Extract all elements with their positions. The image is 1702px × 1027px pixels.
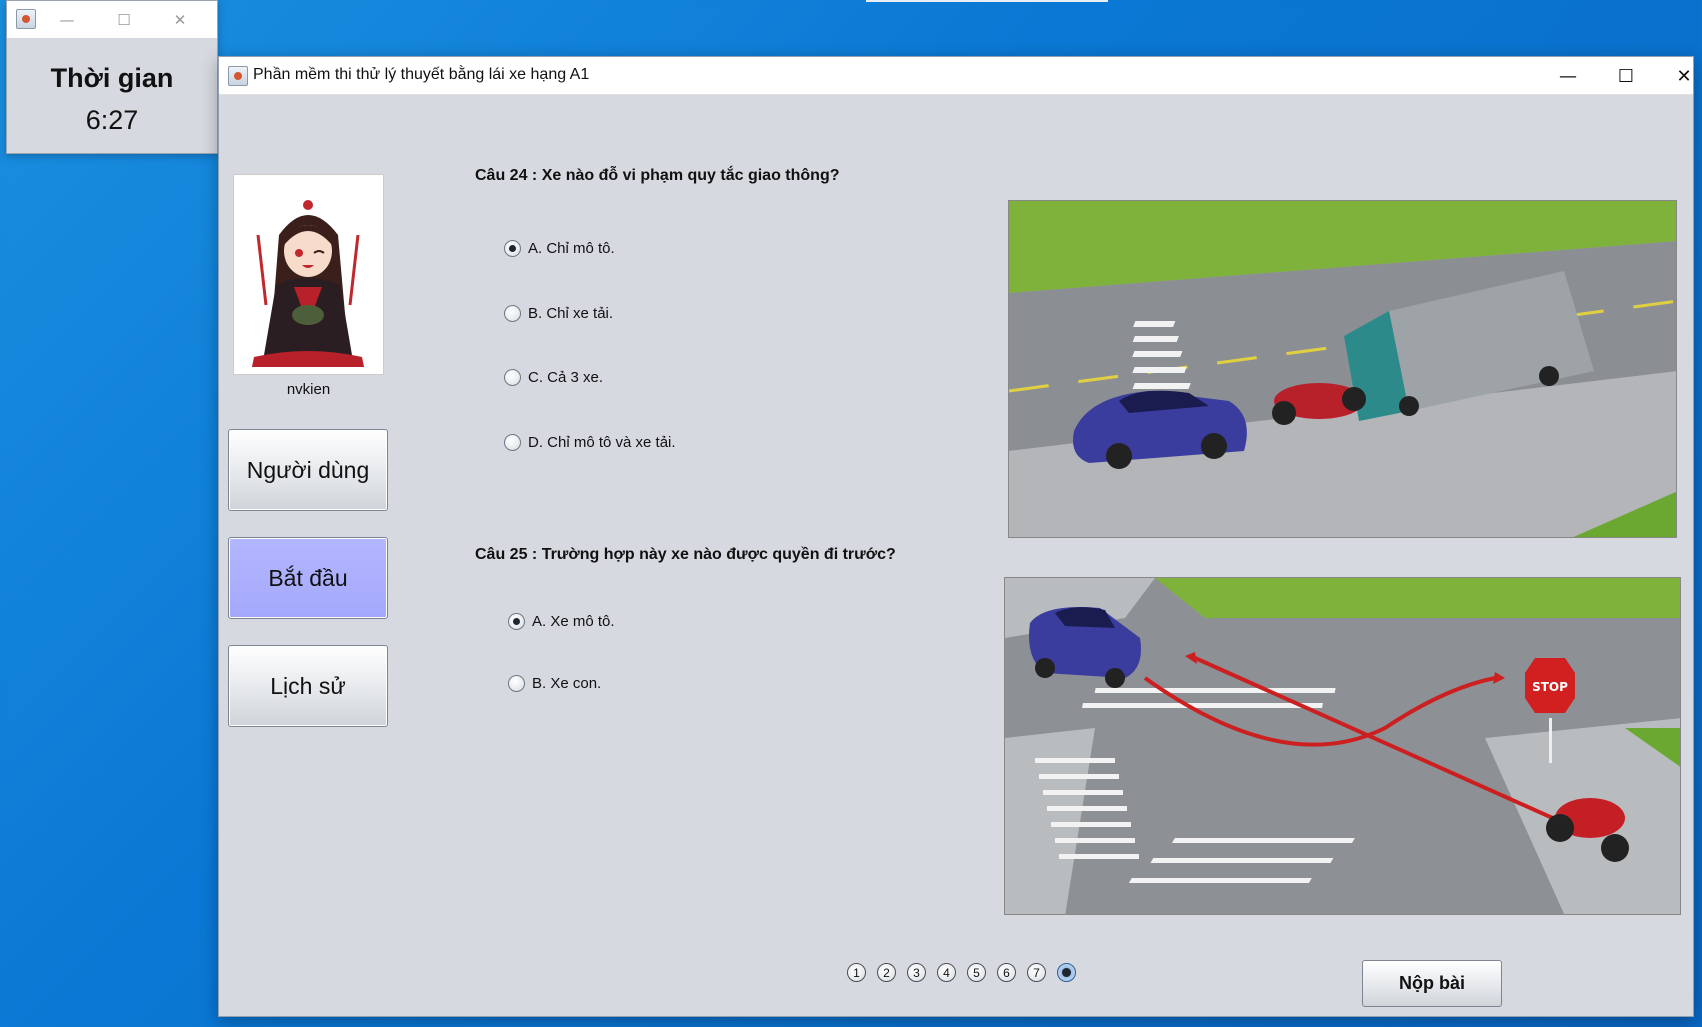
question-25-image: STOP [1004, 577, 1681, 915]
q24-option-b[interactable]: B. Chỉ xe tải. [504, 305, 613, 322]
radio-icon[interactable] [504, 434, 521, 451]
question-pager: 1 2 3 4 5 6 7 8 [847, 963, 1087, 982]
close-icon[interactable]: ✕ [157, 1, 203, 38]
minimize-icon[interactable]: — [44, 1, 90, 38]
q24-option-a[interactable]: A. Chỉ mô tô. [504, 240, 615, 257]
page-button-3[interactable]: 3 [907, 963, 926, 982]
window-title: Phần mềm thi thử lý thuyết bằng lái xe h… [253, 66, 590, 83]
close-icon[interactable]: ✕ [1655, 57, 1702, 95]
q25-option-a[interactable]: A. Xe mô tô. [508, 613, 615, 630]
q24-option-d[interactable]: D. Chỉ mô tô và xe tải. [504, 434, 676, 451]
main-window: Phần mềm thi thử lý thuyết bằng lái xe h… [218, 56, 1694, 1017]
svg-text:STOP: STOP [1532, 680, 1568, 694]
radio-icon[interactable] [504, 240, 521, 257]
q24-option-c[interactable]: C. Cả 3 xe. [504, 369, 603, 386]
q25-option-b[interactable]: B. Xe con. [508, 675, 601, 692]
java-app-icon [16, 9, 36, 29]
option-label: B. Xe con. [532, 675, 602, 692]
avatar [233, 174, 384, 375]
submit-button[interactable]: Nộp bài [1362, 960, 1502, 1007]
main-titlebar: Phần mềm thi thử lý thuyết bằng lái xe h… [219, 57, 1693, 95]
page-button-1[interactable]: 1 [847, 963, 866, 982]
radio-icon[interactable] [508, 613, 525, 630]
option-label: A. Xe mô tô. [532, 613, 615, 630]
java-app-icon [228, 66, 248, 86]
radio-icon[interactable] [504, 305, 521, 322]
page-button-7[interactable]: 7 [1027, 963, 1046, 982]
page-button-4[interactable]: 4 [937, 963, 956, 982]
user-button[interactable]: Người dùng [228, 429, 388, 511]
option-label: A. Chỉ mô tô. [528, 240, 615, 257]
history-button[interactable]: Lịch sử [228, 645, 388, 727]
maximize-icon[interactable]: ☐ [101, 1, 147, 38]
radio-icon[interactable] [504, 369, 521, 386]
timer-window: — ☐ ✕ Thời gian 6:27 [6, 0, 218, 154]
timer-value: 6:27 [85, 105, 139, 135]
desktop-taskbar-hint [866, 0, 1108, 2]
question-24-image [1008, 200, 1677, 538]
radio-icon[interactable] [508, 675, 525, 692]
page-button-8[interactable]: 8 [1057, 963, 1076, 982]
page-button-2[interactable]: 2 [877, 963, 896, 982]
timer-titlebar: — ☐ ✕ [7, 1, 217, 38]
question-25-text: Câu 25 : Trường hợp này xe nào được quyề… [475, 546, 896, 563]
minimize-icon[interactable]: — [1539, 57, 1597, 95]
username: nvkien [286, 381, 331, 398]
maximize-icon[interactable]: ☐ [1597, 57, 1655, 95]
option-label: C. Cả 3 xe. [528, 369, 604, 386]
question-24-text: Câu 24 : Xe nào đỗ vi phạm quy tắc giao … [475, 167, 840, 184]
start-button[interactable]: Bắt đầu [228, 537, 388, 619]
option-label: B. Chỉ xe tải. [528, 305, 614, 322]
page-button-5[interactable]: 5 [967, 963, 986, 982]
option-label: D. Chỉ mô tô và xe tải. [528, 434, 676, 451]
timer-label: Thời gian [50, 63, 174, 93]
page-button-6[interactable]: 6 [997, 963, 1016, 982]
main-content: nvkien Người dùng Bắt đầu Lịch sử Câu 24… [219, 95, 1693, 1018]
